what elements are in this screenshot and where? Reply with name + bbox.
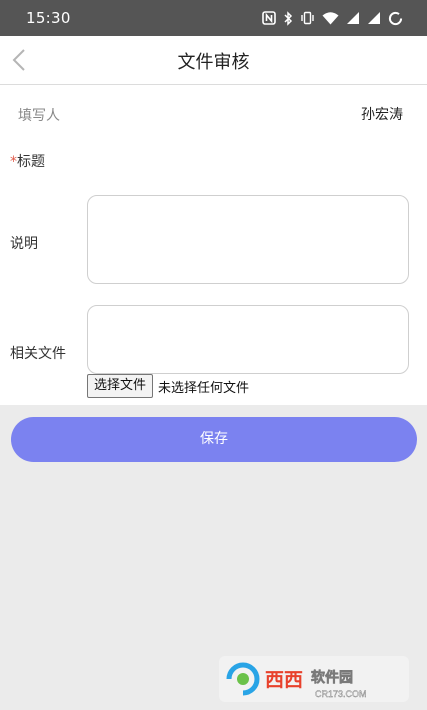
signal-icon [346, 11, 360, 25]
file-status: 未选择任何文件 [158, 380, 250, 396]
filler-label: 填写人 [18, 108, 60, 124]
status-icons [262, 9, 403, 27]
watermark-logo: 西西 软件园 CR173.COM [219, 656, 409, 702]
filler-value: 孙宏涛 [361, 107, 403, 123]
related-files-label: 相关文件 [10, 346, 66, 362]
form-area: 填写人 孙宏涛 *标题 说明 相关文件 选择文件 未选择任何文件 [0, 85, 427, 405]
app-bar: 文件审核 [0, 36, 427, 85]
related-files-textarea[interactable] [87, 305, 409, 374]
status-bar: 15:30 [0, 0, 427, 36]
description-textarea[interactable] [87, 195, 409, 284]
svg-text:CR173.COM: CR173.COM [315, 689, 367, 699]
bluetooth-icon [283, 10, 293, 26]
svg-text:软件园: 软件园 [311, 669, 353, 685]
title-label: 标题 [17, 154, 45, 170]
wifi-icon [322, 11, 339, 25]
page-title: 文件审核 [177, 52, 250, 73]
title-label-row: *标题 [10, 151, 45, 171]
file-picker: 选择文件 未选择任何文件 [87, 374, 249, 398]
choose-file-button[interactable]: 选择文件 [87, 374, 154, 398]
required-star: * [10, 154, 17, 170]
vibrate-icon [300, 11, 315, 25]
battery-saver-icon [388, 11, 403, 26]
signal-secondary-icon [367, 11, 381, 25]
nfc-icon [262, 11, 276, 25]
status-time: 15:30 [26, 9, 71, 27]
description-label: 说明 [10, 236, 38, 252]
save-button[interactable]: 保存 [11, 417, 417, 462]
svg-text:西西: 西西 [265, 670, 303, 691]
